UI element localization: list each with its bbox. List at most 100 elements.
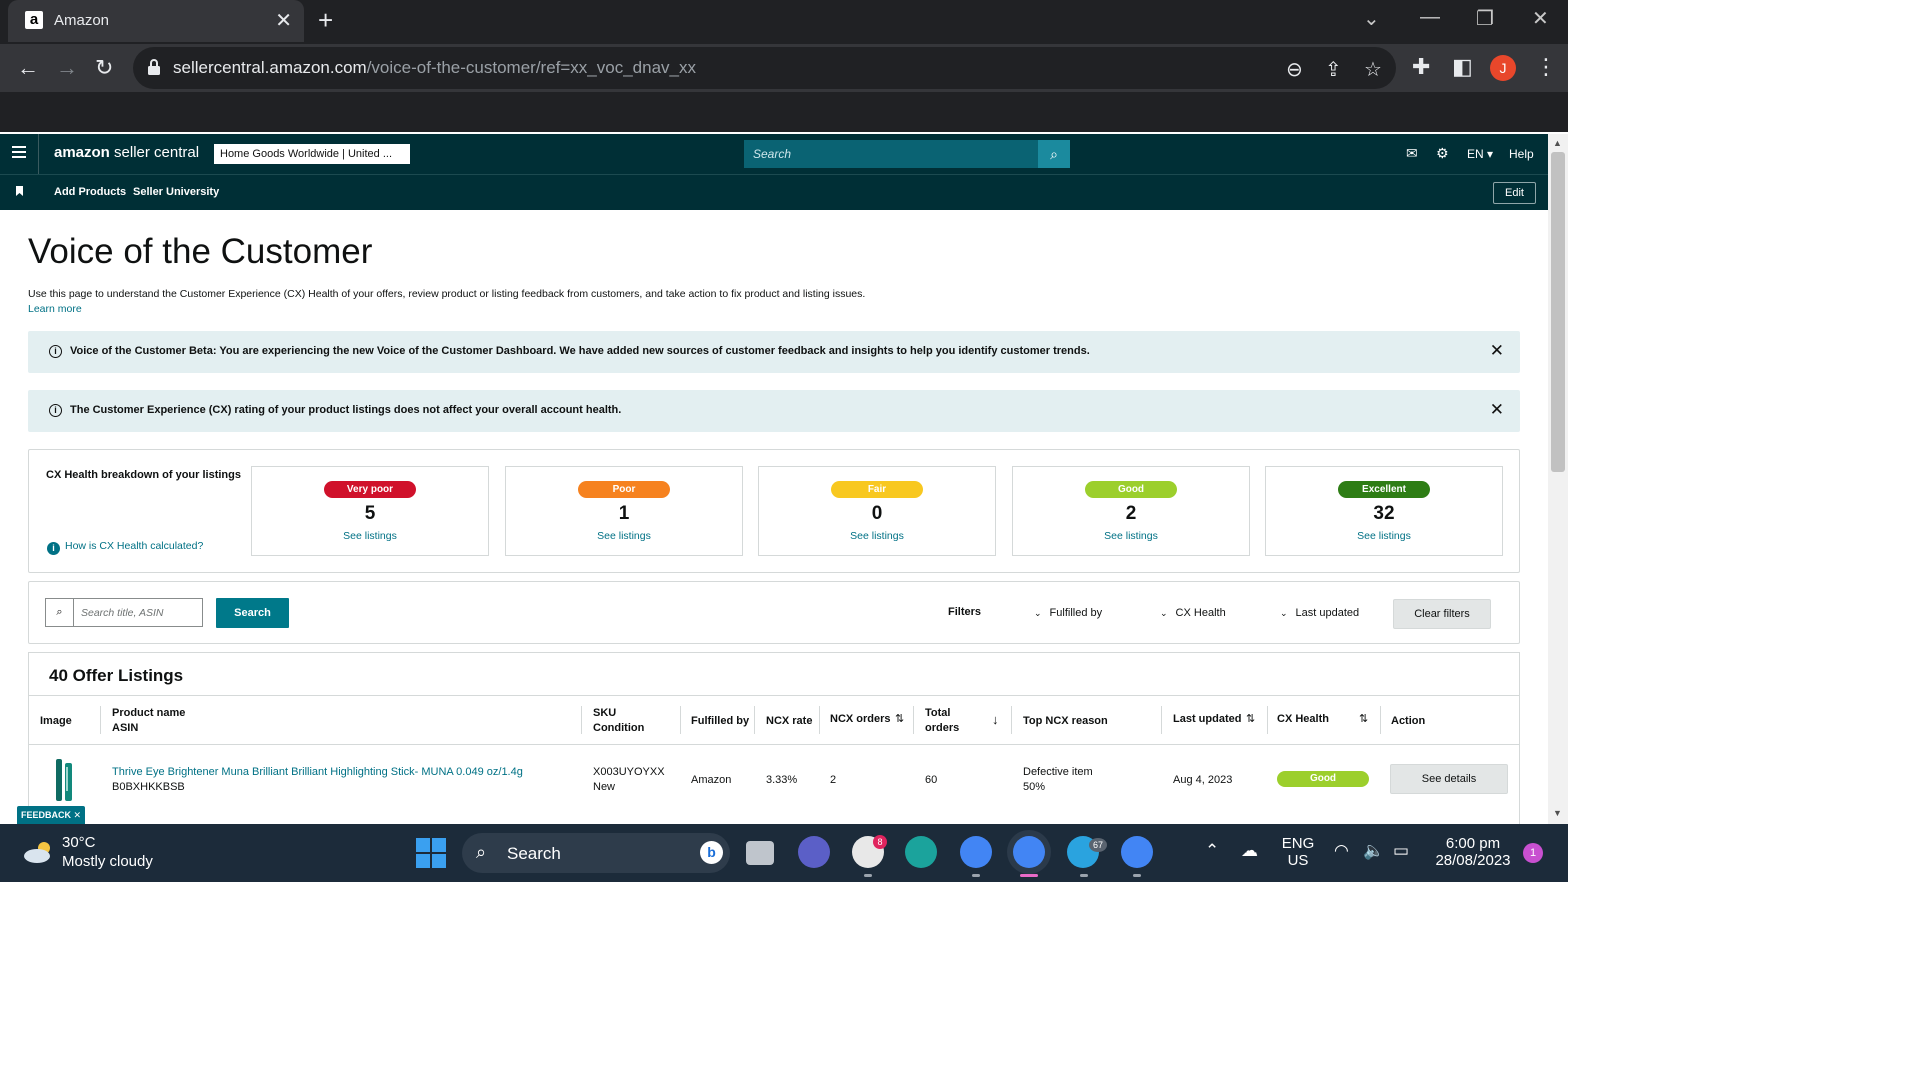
see-listings-link[interactable]: See listings	[506, 530, 742, 542]
listing-search-input[interactable]: ⌕ Search title, ASIN	[45, 598, 203, 627]
chrome-active-icon[interactable]	[1013, 836, 1045, 868]
scroll-up-icon[interactable]: ▲	[1553, 138, 1562, 148]
product-image[interactable]	[53, 757, 77, 803]
offer-listings-panel: 40 Offer Listings Image Product name ASIN…	[28, 652, 1520, 824]
listing-count: 1	[618, 503, 630, 524]
sort-descending-icon[interactable]: ↓	[992, 712, 999, 727]
see-listings-link[interactable]: See listings	[1266, 530, 1502, 542]
browser-tab[interactable]: a Amazon ✕	[8, 0, 304, 42]
battery-icon[interactable]: ▭	[1393, 841, 1409, 861]
close-icon[interactable]: ✕	[1490, 341, 1504, 361]
see-listings-link[interactable]: See listings	[759, 530, 995, 542]
sort-icon[interactable]: ⇅	[1246, 712, 1255, 725]
gear-icon[interactable]: ⚙	[1436, 145, 1449, 162]
profile-avatar[interactable]: J	[1490, 55, 1516, 81]
close-window-icon[interactable]: ✕	[1532, 6, 1549, 31]
see-listings-link[interactable]: See listings	[252, 530, 488, 542]
weather-description[interactable]: Mostly cloudy	[62, 853, 153, 870]
page-title: Voice of the Customer	[28, 232, 373, 271]
new-tab-icon[interactable]: +	[318, 5, 333, 36]
product-name-cell: Thrive Eye Brightener Muna Brilliant Bri…	[112, 765, 523, 795]
extensions-icon[interactable]: ✚	[1412, 54, 1430, 80]
edge-icon[interactable]	[905, 836, 937, 868]
bing-icon[interactable]: b	[700, 841, 723, 864]
col-total-orders[interactable]: Total orders	[925, 706, 959, 736]
tab-search-chevron-icon[interactable]: ⌄	[1363, 6, 1380, 31]
edit-button[interactable]: Edit	[1493, 182, 1536, 204]
wifi-icon[interactable]: ◠	[1334, 841, 1349, 861]
column-divider	[1267, 706, 1268, 734]
restore-icon[interactable]: ❐	[1476, 6, 1494, 31]
cloud-sun-icon[interactable]	[22, 840, 56, 864]
volume-icon[interactable]: 🔈	[1363, 841, 1384, 861]
onedrive-cloud-icon[interactable]: ☁	[1241, 841, 1258, 861]
clock[interactable]: 6:00 pm 28/08/2023	[1428, 835, 1518, 869]
store-selector[interactable]: Home Goods Worldwide | United ...	[214, 144, 410, 164]
chrome-profile-icon[interactable]	[1121, 836, 1153, 868]
chrome-menu-icon[interactable]: ⋮	[1535, 54, 1557, 80]
share-icon[interactable]: ⇪	[1325, 57, 1342, 82]
menu-icon[interactable]	[12, 146, 26, 162]
side-panel-icon[interactable]: ◧	[1452, 54, 1473, 80]
see-details-button[interactable]: See details	[1390, 764, 1508, 794]
see-listings-link[interactable]: See listings	[1013, 530, 1249, 542]
sort-icon[interactable]: ⇅	[1359, 712, 1368, 725]
header-divider	[38, 134, 39, 174]
col-sku[interactable]: SKU Condition	[593, 706, 644, 736]
bookmark-icon[interactable]	[16, 186, 23, 196]
page-scrollbar[interactable]: ▲ ▼	[1548, 134, 1568, 824]
scroll-thumb[interactable]	[1551, 152, 1565, 472]
product-link[interactable]: Thrive Eye Brightener Muna Brilliant Bri…	[112, 765, 523, 780]
fulfilled-by-filter[interactable]: ⌄ Fulfilled by	[1034, 607, 1102, 619]
notification-badge[interactable]: 1	[1523, 843, 1543, 863]
cx-health-filter[interactable]: ⌄ CX Health	[1160, 607, 1226, 619]
language-indicator[interactable]: ENG US	[1280, 835, 1316, 869]
back-icon[interactable]: ←	[17, 55, 39, 81]
col-cx-health[interactable]: CX Health	[1277, 712, 1329, 727]
col-last-updated[interactable]: Last updated	[1173, 712, 1241, 727]
taskbar-search[interactable]: ⌕ Search b	[462, 833, 730, 873]
chevron-up-icon[interactable]: ⌃	[1205, 841, 1219, 861]
weather-temperature[interactable]: 30°C	[62, 834, 96, 851]
header-search-input[interactable]: Search	[744, 140, 1038, 168]
close-icon[interactable]: ✕	[1490, 400, 1504, 420]
file-explorer-icon[interactable]	[746, 841, 774, 865]
how-cx-calculated-link[interactable]: i How is CX Health calculated?	[47, 540, 203, 555]
col-product-name[interactable]: Product name ASIN	[112, 706, 185, 736]
status-badge: Poor	[578, 481, 670, 498]
scroll-down-icon[interactable]: ▼	[1553, 808, 1562, 818]
listing-count: 2	[1125, 503, 1137, 524]
subnav-seller-university[interactable]: Seller University	[133, 186, 219, 198]
clear-filters-button[interactable]: Clear filters	[1393, 599, 1491, 629]
windows-start-icon[interactable]	[416, 838, 446, 868]
language-selector[interactable]: EN ▾	[1467, 147, 1493, 161]
search-button[interactable]: Search	[216, 598, 289, 628]
teams-icon[interactable]	[798, 836, 830, 868]
minimize-icon[interactable]: —	[1420, 6, 1440, 29]
sku-cell: X003UYOYXX New	[593, 766, 665, 793]
address-bar[interactable]: sellercentral.amazon.com/voice-of-the-cu…	[133, 47, 1396, 89]
asin-value: B0BXHKKBSB	[112, 781, 185, 793]
zoom-icon[interactable]: ⊖	[1286, 57, 1303, 82]
forward-icon[interactable]: →	[56, 55, 78, 81]
bookmark-star-icon[interactable]: ☆	[1364, 57, 1382, 82]
last-updated-filter[interactable]: ⌄ Last updated	[1280, 607, 1359, 619]
subnav-add-products[interactable]: Add Products	[54, 186, 126, 198]
col-fulfilled-by[interactable]: Fulfilled by	[691, 714, 749, 729]
learn-more-link[interactable]: Learn more	[28, 303, 82, 315]
sort-icon[interactable]: ⇅	[895, 712, 904, 725]
amazon-favicon-icon: a	[25, 11, 43, 29]
mail-icon[interactable]: ✉	[1406, 145, 1418, 162]
chrome-icon[interactable]	[960, 836, 992, 868]
feedback-button[interactable]: FEEDBACK ✕	[17, 806, 85, 824]
header-search-button[interactable]: ⌕	[1038, 140, 1070, 168]
column-divider	[819, 706, 820, 734]
col-ncx-rate[interactable]: NCX rate	[766, 714, 812, 729]
help-link[interactable]: Help	[1509, 147, 1534, 161]
col-ncx-orders[interactable]: NCX orders	[830, 712, 891, 727]
seller-central-logo[interactable]: amazon seller central	[54, 144, 199, 161]
status-badge: Good	[1085, 481, 1177, 498]
reload-icon[interactable]: ↻	[95, 55, 113, 81]
tab-close-icon[interactable]: ✕	[275, 8, 292, 33]
col-top-ncx-reason[interactable]: Top NCX reason	[1023, 714, 1108, 729]
